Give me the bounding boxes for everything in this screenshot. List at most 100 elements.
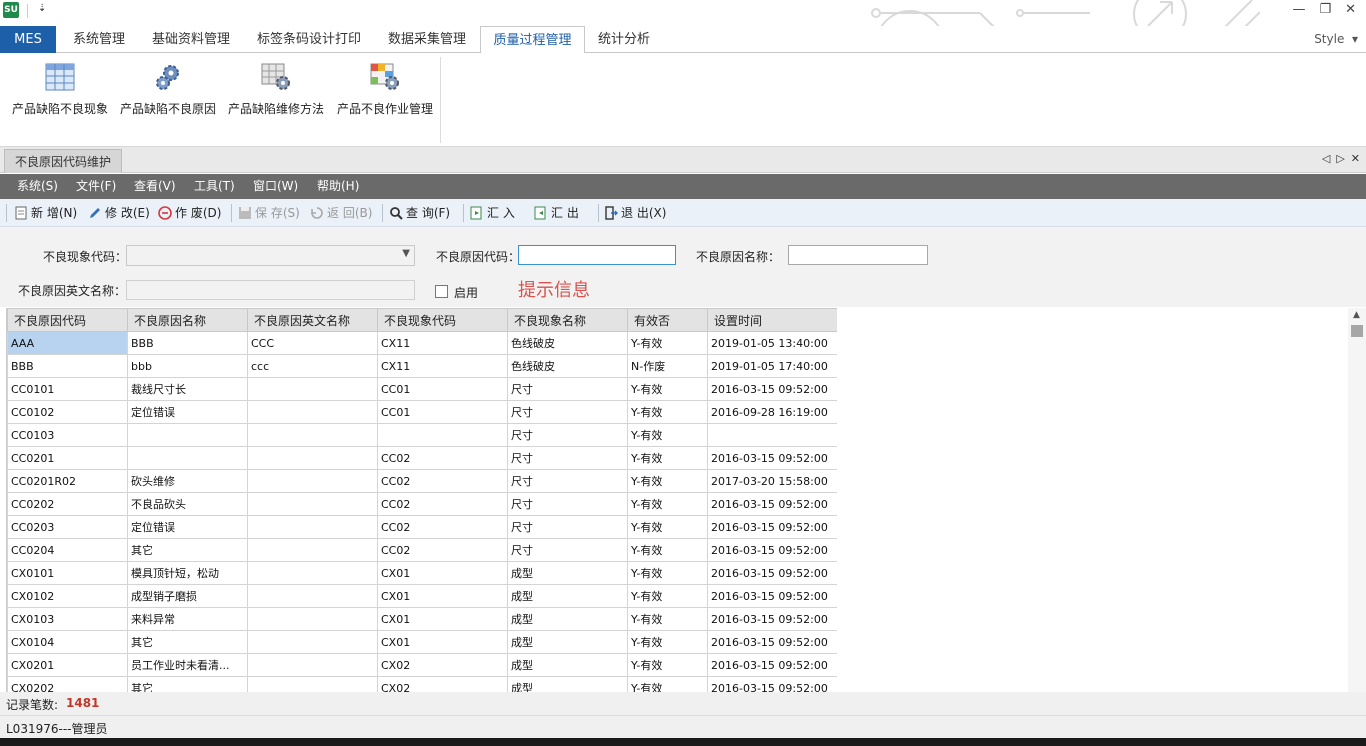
table-cell[interactable]: CX01: [377, 607, 508, 631]
table-cell[interactable]: [247, 515, 378, 539]
table-cell[interactable]: 其它: [127, 538, 248, 562]
table-cell[interactable]: CX0101: [7, 561, 128, 585]
table-cell[interactable]: [247, 653, 378, 677]
table-cell[interactable]: [247, 607, 378, 631]
void-button[interactable]: 作 废(D): [158, 203, 221, 223]
restore-button[interactable]: ❐: [1319, 2, 1331, 17]
table-cell[interactable]: [247, 630, 378, 654]
table-cell[interactable]: CX0102: [7, 584, 128, 608]
table-row[interactable]: CC0201R02 砍头维修 CC02 尺寸 Y-有效 2017-03-20 15:58:…: [7, 469, 837, 493]
tab-statistics[interactable]: 统计分析: [590, 26, 658, 53]
table-cell[interactable]: 成型: [507, 653, 628, 677]
column-header[interactable]: 不良现象名称: [507, 308, 628, 332]
table-cell[interactable]: [127, 423, 248, 447]
tab-quality-process[interactable]: 质量过程管理: [480, 26, 585, 54]
tab-system-management[interactable]: 系统管理: [61, 26, 137, 53]
table-cell[interactable]: CX01: [377, 561, 508, 585]
minimize-button[interactable]: —: [1292, 2, 1305, 17]
table-cell[interactable]: Y-有效: [627, 492, 708, 516]
menu-tools[interactable]: 工具(T): [194, 174, 235, 199]
table-cell[interactable]: Y-有效: [627, 331, 708, 355]
table-cell[interactable]: Y-有效: [627, 377, 708, 401]
table-cell[interactable]: 2016-03-15 09:52:00: [707, 676, 837, 692]
table-cell[interactable]: [247, 676, 378, 692]
table-cell[interactable]: [707, 423, 837, 447]
table-cell[interactable]: CX01: [377, 630, 508, 654]
table-cell[interactable]: 尺寸: [507, 538, 628, 562]
table-cell[interactable]: [247, 561, 378, 585]
table-cell[interactable]: Y-有效: [627, 446, 708, 470]
table-cell[interactable]: [247, 377, 378, 401]
table-cell[interactable]: CCC: [247, 331, 378, 355]
table-cell[interactable]: Y-有效: [627, 538, 708, 562]
table-cell[interactable]: 2016-03-15 09:52:00: [707, 446, 837, 470]
table-cell[interactable]: 来料异常: [127, 607, 248, 631]
table-cell[interactable]: CX02: [377, 676, 508, 692]
table-cell[interactable]: CC02: [377, 492, 508, 516]
table-cell[interactable]: 2019-01-05 13:40:00: [707, 331, 837, 355]
table-cell[interactable]: 尺寸: [507, 446, 628, 470]
menu-file[interactable]: 文件(F): [76, 174, 116, 199]
table-cell[interactable]: 裁线尺寸长: [127, 377, 248, 401]
table-cell[interactable]: CX0201: [7, 653, 128, 677]
column-header[interactable]: 设置时间: [707, 308, 837, 332]
table-cell[interactable]: N-作废: [627, 354, 708, 378]
table-cell[interactable]: 2016-03-15 09:52:00: [707, 561, 837, 585]
reason-english-name-input[interactable]: [126, 280, 415, 300]
table-cell[interactable]: [247, 584, 378, 608]
export-button[interactable]: 汇 出: [534, 203, 579, 223]
table-cell[interactable]: [247, 538, 378, 562]
table-cell[interactable]: [247, 400, 378, 424]
table-row[interactable]: CC0204 其它 CC02 尺寸 Y-有效 2016-03-15 09:52:00: [7, 538, 837, 562]
table-cell[interactable]: 色线破皮: [507, 354, 628, 378]
table-cell[interactable]: 尺寸: [507, 400, 628, 424]
table-cell[interactable]: 2016-03-15 09:52:00: [707, 653, 837, 677]
table-cell[interactable]: 尺寸: [507, 492, 628, 516]
import-button[interactable]: 汇 入: [470, 203, 515, 223]
column-header[interactable]: 有效否: [627, 308, 708, 332]
table-cell[interactable]: CC02: [377, 469, 508, 493]
table-cell[interactable]: 2016-03-15 09:52:00: [707, 538, 837, 562]
table-row[interactable]: CX0102 成型销子磨损 CX01 成型 Y-有效 2016-03-15 09:52:0…: [7, 584, 837, 608]
table-cell[interactable]: CC0101: [7, 377, 128, 401]
table-cell[interactable]: 尺寸: [507, 515, 628, 539]
table-cell[interactable]: 其它: [127, 676, 248, 692]
table-cell[interactable]: 成型: [507, 584, 628, 608]
menu-view[interactable]: 查看(V): [134, 174, 176, 199]
table-cell[interactable]: 2016-09-28 16:19:00: [707, 400, 837, 424]
table-cell[interactable]: Y-有效: [627, 607, 708, 631]
table-row[interactable]: CC0102 定位错误 CC01 尺寸 Y-有效 2016-09-28 16:19:00: [7, 400, 837, 424]
back-button[interactable]: 返 回(B): [310, 203, 372, 223]
column-header[interactable]: 不良原因代码: [7, 308, 128, 332]
scroll-right-icon[interactable]: ▷: [1336, 152, 1344, 165]
table-cell[interactable]: 不良品砍头: [127, 492, 248, 516]
menu-system[interactable]: 系统(S): [17, 174, 58, 199]
exit-button[interactable]: 退 出(X): [604, 203, 666, 223]
table-cell[interactable]: 色线破皮: [507, 331, 628, 355]
table-row[interactable]: CC0103 尺寸 Y-有效: [7, 423, 837, 447]
table-row[interactable]: AAA BBB CCC CX11 色线破皮 Y-有效 2019-01-05 13:40:00: [7, 331, 837, 355]
table-cell[interactable]: [247, 423, 378, 447]
table-cell[interactable]: 成型: [507, 630, 628, 654]
table-cell[interactable]: Y-有效: [627, 584, 708, 608]
ribbon-defect-repair-button[interactable]: 产品缺陷维修方法: [224, 61, 328, 117]
reason-code-input[interactable]: [518, 245, 676, 265]
table-row[interactable]: CC0201 CC02 尺寸 Y-有效 2016-03-15 09:52:00: [7, 446, 837, 470]
scrollbar-thumb[interactable]: [1351, 325, 1363, 337]
table-cell[interactable]: CC02: [377, 538, 508, 562]
table-cell[interactable]: 模具顶针短，松动: [127, 561, 248, 585]
table-cell[interactable]: 其它: [127, 630, 248, 654]
tab-basic-data[interactable]: 基础资料管理: [143, 26, 239, 53]
edit-button[interactable]: 修 改(E): [88, 203, 150, 223]
ribbon-defect-operation-button[interactable]: 产品不良作业管理: [333, 61, 437, 117]
table-cell[interactable]: bbb: [127, 354, 248, 378]
table-cell[interactable]: 2019-01-05 17:40:00: [707, 354, 837, 378]
table-cell[interactable]: CC0201: [7, 446, 128, 470]
table-cell[interactable]: AAA: [7, 331, 128, 355]
save-button[interactable]: 保 存(S): [238, 203, 300, 223]
table-cell[interactable]: 成型: [507, 676, 628, 692]
table-cell[interactable]: Y-有效: [627, 469, 708, 493]
style-menu[interactable]: Style ▾: [1314, 32, 1358, 46]
table-cell[interactable]: BBB: [7, 354, 128, 378]
table-cell[interactable]: 成型: [507, 607, 628, 631]
